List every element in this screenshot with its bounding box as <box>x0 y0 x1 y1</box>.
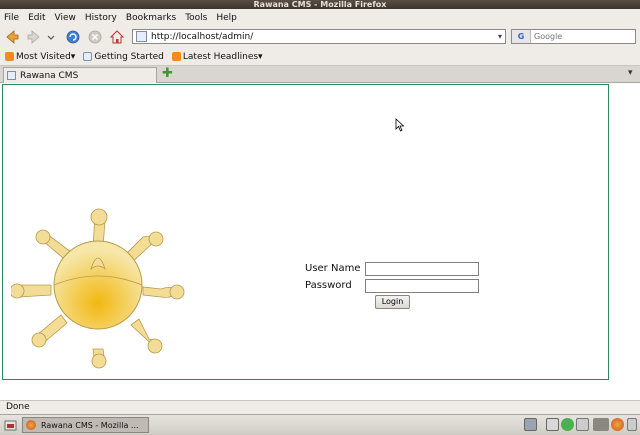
taskbar-item-label: Rawana CMS - Mozilla ... <box>41 420 139 430</box>
page-content: User Name Password Login <box>0 83 640 400</box>
tab-bar: Rawana CMS ✚ ▾ <box>0 66 640 83</box>
tray-firefox-icon[interactable] <box>611 418 624 431</box>
new-tab-icon[interactable]: ✚ <box>162 67 174 80</box>
tray-update-icon[interactable] <box>561 418 574 431</box>
status-bar: Done <box>0 400 640 414</box>
mouse-pointer-icon <box>395 118 405 132</box>
rss-icon <box>5 52 14 61</box>
search-input[interactable] <box>531 32 635 41</box>
username-input[interactable] <box>365 262 479 276</box>
menu-edit[interactable]: Edit <box>28 13 45 23</box>
menu-help[interactable]: Help <box>216 13 237 23</box>
search-bar[interactable]: G <box>511 29 636 44</box>
menu-tools[interactable]: Tools <box>185 13 207 23</box>
window-title: Rawana CMS - Mozilla Firefox <box>0 0 640 9</box>
url-dropdown-icon[interactable]: ▾ <box>495 32 505 41</box>
admin-frame: User Name Password <box>2 84 609 380</box>
back-arrow-icon[interactable] <box>4 29 20 45</box>
tray-trash-icon[interactable] <box>627 418 637 431</box>
tray-app-icon[interactable] <box>524 418 537 431</box>
menu-bar: File Edit View History Bookmarks Tools H… <box>0 9 640 26</box>
firefox-icon <box>26 420 36 430</box>
page-icon <box>83 52 93 61</box>
bookmark-label: Latest Headlines <box>182 51 259 62</box>
forward-arrow-icon[interactable] <box>26 29 42 45</box>
rss-icon <box>171 52 181 61</box>
tab-label: Rawana CMS <box>20 70 79 81</box>
login-button[interactable]: Login <box>375 295 410 309</box>
bookmark-most-visited[interactable]: Most Visited ▾ <box>5 52 75 62</box>
menu-bookmarks[interactable]: Bookmarks <box>126 13 176 23</box>
bookmark-label: Getting Started <box>94 51 164 62</box>
tray-network-icon[interactable] <box>576 418 589 431</box>
stop-icon[interactable] <box>87 29 103 45</box>
tray-workspace-icon[interactable] <box>593 418 609 431</box>
history-dropdown-icon[interactable] <box>46 29 56 45</box>
password-input[interactable] <box>365 279 479 293</box>
tray-monitor-icon[interactable] <box>546 418 559 431</box>
url-input[interactable] <box>151 31 495 42</box>
show-desktop-icon[interactable] <box>4 419 17 432</box>
password-label: Password <box>305 280 352 291</box>
menu-view[interactable]: View <box>55 13 76 23</box>
bookmark-getting-started[interactable]: Getting Started <box>83 52 164 62</box>
chevron-down-icon: ▾ <box>258 51 263 62</box>
menu-file[interactable]: File <box>4 13 19 23</box>
bookmarks-toolbar: Most Visited ▾ Getting Started Latest He… <box>0 48 640 66</box>
username-label: User Name <box>305 263 361 274</box>
page-favicon-icon <box>136 31 147 42</box>
page-favicon-icon <box>7 71 16 80</box>
chevron-down-icon: ▾ <box>70 51 76 62</box>
search-engine-icon[interactable]: G <box>512 30 531 43</box>
url-bar[interactable]: ▾ <box>132 29 506 44</box>
list-all-tabs-icon[interactable]: ▾ <box>628 68 633 78</box>
status-text: Done <box>6 402 30 412</box>
taskbar-item-firefox[interactable]: Rawana CMS - Mozilla ... <box>22 417 149 433</box>
bookmark-latest-headlines[interactable]: Latest Headlines ▾ <box>171 51 263 62</box>
home-icon[interactable] <box>109 29 125 45</box>
tab-rawana-cms[interactable]: Rawana CMS <box>3 67 157 83</box>
menu-history[interactable]: History <box>85 13 117 23</box>
reload-icon[interactable] <box>65 29 81 45</box>
bookmark-label: Most Visited <box>16 51 71 62</box>
rawana-logo-icon <box>11 208 185 369</box>
taskbar: Rawana CMS - Mozilla ... <box>0 414 640 435</box>
